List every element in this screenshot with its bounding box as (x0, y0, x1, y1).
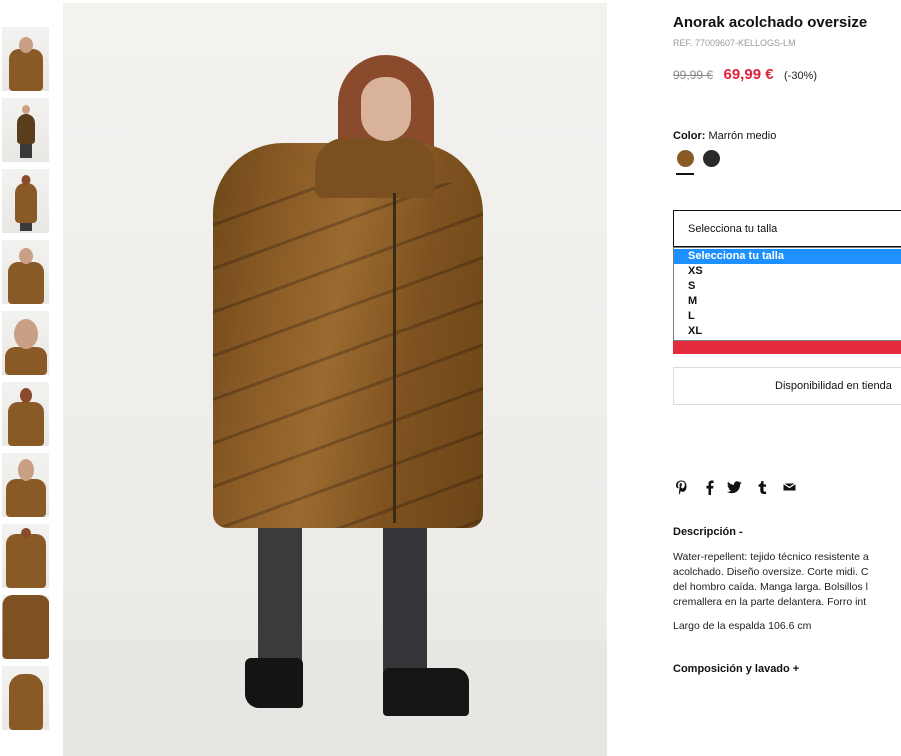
size-option-xs[interactable]: XS (674, 264, 901, 279)
size-option-s[interactable]: S (674, 279, 901, 294)
thumbnail-4[interactable] (2, 240, 49, 304)
size-option-l[interactable]: L (674, 309, 901, 324)
description-line: del hombro caída. Manga larga. Bolsillos… (673, 581, 868, 593)
model-leg-right (383, 518, 427, 678)
model-boot-left (245, 658, 303, 708)
discount-badge: (-30%) (784, 70, 818, 82)
thumbnail-2[interactable] (2, 98, 49, 162)
size-select[interactable]: Selecciona tu talla (673, 210, 901, 247)
tumblr-icon[interactable] (754, 478, 770, 496)
thumbnail-3[interactable] (2, 169, 49, 233)
model-coat (213, 143, 483, 528)
model-boot-right (383, 668, 469, 716)
add-to-bag-button[interactable] (673, 341, 901, 354)
pinterest-icon[interactable] (673, 478, 689, 496)
thumbnail-1[interactable] (2, 27, 49, 91)
facebook-icon[interactable] (701, 478, 717, 496)
thumbnail-10[interactable] (2, 666, 49, 730)
product-info-panel: Anorak acolchado oversize REF. 77009607-… (673, 0, 901, 756)
model-face (361, 77, 411, 141)
composition-toggle[interactable]: Composición y lavado + (673, 663, 799, 675)
color-swatch-black[interactable] (703, 150, 720, 167)
description-line: cremallera en la parte delantera. Forro … (673, 596, 867, 608)
selected-swatch-indicator (676, 173, 694, 175)
size-option[interactable]: Selecciona tu talla (674, 249, 901, 264)
thumbnail-8[interactable] (2, 524, 49, 588)
store-availability-button[interactable]: Disponibilidad en tienda (673, 367, 901, 405)
description-line: acolchado. Diseño oversize. Corte midi. … (673, 566, 869, 578)
description-toggle[interactable]: Descripción - (673, 526, 743, 538)
size-option-m[interactable]: M (674, 294, 901, 309)
model-collar (315, 138, 435, 198)
image-floor (63, 641, 607, 756)
email-icon[interactable] (781, 478, 797, 496)
product-title: Anorak acolchado oversize (673, 14, 868, 31)
description-text: Water-repellent: tejido técnico resisten… (673, 550, 901, 610)
old-price: 99,99 € (673, 68, 714, 82)
twitter-icon[interactable] (726, 478, 742, 496)
thumbnail-gallery (2, 27, 49, 737)
model-leg-left (258, 518, 302, 678)
model-zipper (393, 193, 396, 523)
thumbnail-7[interactable] (2, 453, 49, 517)
product-ref: REF. 77009607-KELLOGS-LM (673, 38, 796, 48)
color-swatch-brown[interactable] (677, 150, 694, 167)
main-product-image[interactable] (63, 3, 607, 756)
sale-price: 69,99 € (723, 66, 774, 83)
description-line: Water-repellent: tejido técnico resisten… (673, 551, 869, 563)
color-label: Color: Marrón medio (673, 130, 776, 142)
price-row: 99,99 € 69,99 € (-30%) (673, 66, 817, 84)
thumbnail-5[interactable] (2, 311, 49, 375)
size-dropdown-list[interactable]: Selecciona tu talla XS S M L XL (673, 247, 901, 341)
color-label-key: Color: (673, 130, 706, 142)
color-value: Marrón medio (708, 130, 777, 142)
thumbnail-6[interactable] (2, 382, 49, 446)
size-option-xl[interactable]: XL (674, 324, 901, 339)
back-length-text: Largo de la espalda 106.6 cm (673, 620, 812, 632)
thumbnail-9[interactable] (2, 595, 49, 659)
